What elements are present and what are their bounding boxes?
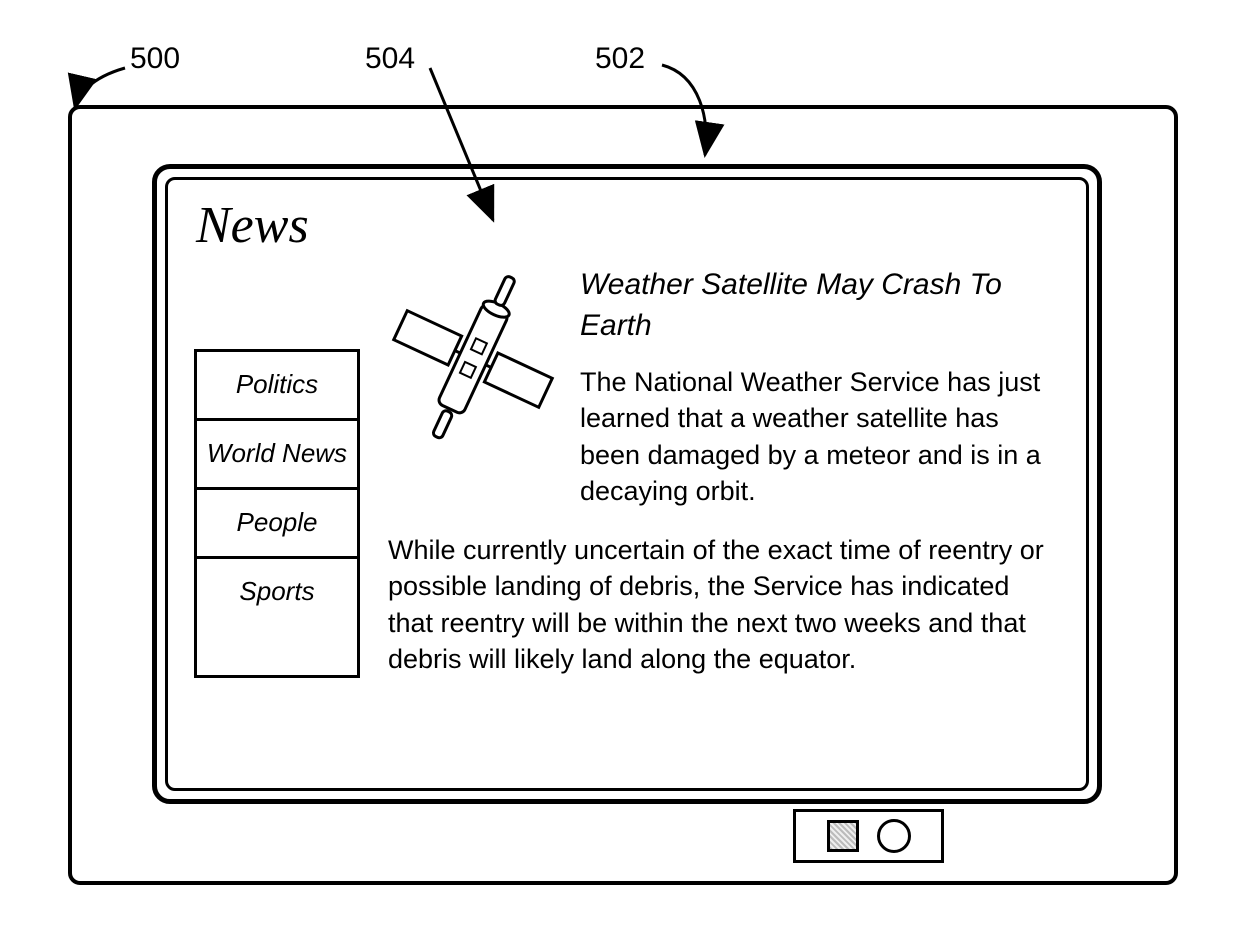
screen-content: News Politics World News People Sports [165,177,1089,791]
device-controls [793,809,944,863]
satellite-icon [388,259,558,459]
category-sidebar: Politics World News People Sports [194,349,360,678]
callout-504: 504 [365,42,415,76]
device-frame: News Politics World News People Sports [68,105,1178,885]
sidebar-item-label: World News [207,438,347,468]
control-circle-button[interactable] [877,819,911,853]
page-title: News [196,196,1060,255]
content-row: Politics World News People Sports [194,259,1060,678]
sidebar-item-world-news[interactable]: World News [197,421,357,490]
screen-border-outer: News Politics World News People Sports [152,164,1102,804]
sidebar-item-label: Sports [239,576,314,606]
sidebar-item-politics[interactable]: Politics [197,352,357,421]
article-lead: The National Weather Service has just le… [580,364,1060,510]
control-square-button[interactable] [827,820,859,852]
sidebar-item-label: People [237,507,318,537]
article-headline: Weather Satellite May Crash To Earth [580,265,1060,346]
callout-502: 502 [595,42,645,76]
article-paragraph-2: While currently uncertain of the exact t… [388,532,1060,678]
article-body: Weather Satellite May Crash To Earth The… [388,259,1060,678]
callout-500: 500 [130,42,180,76]
article-lead-block: Weather Satellite May Crash To Earth The… [580,259,1060,510]
sidebar-item-people[interactable]: People [197,490,357,559]
sidebar-item-label: Politics [236,369,318,399]
sidebar-item-sports[interactable]: Sports [197,559,357,625]
article-top-row: Weather Satellite May Crash To Earth The… [388,259,1060,510]
